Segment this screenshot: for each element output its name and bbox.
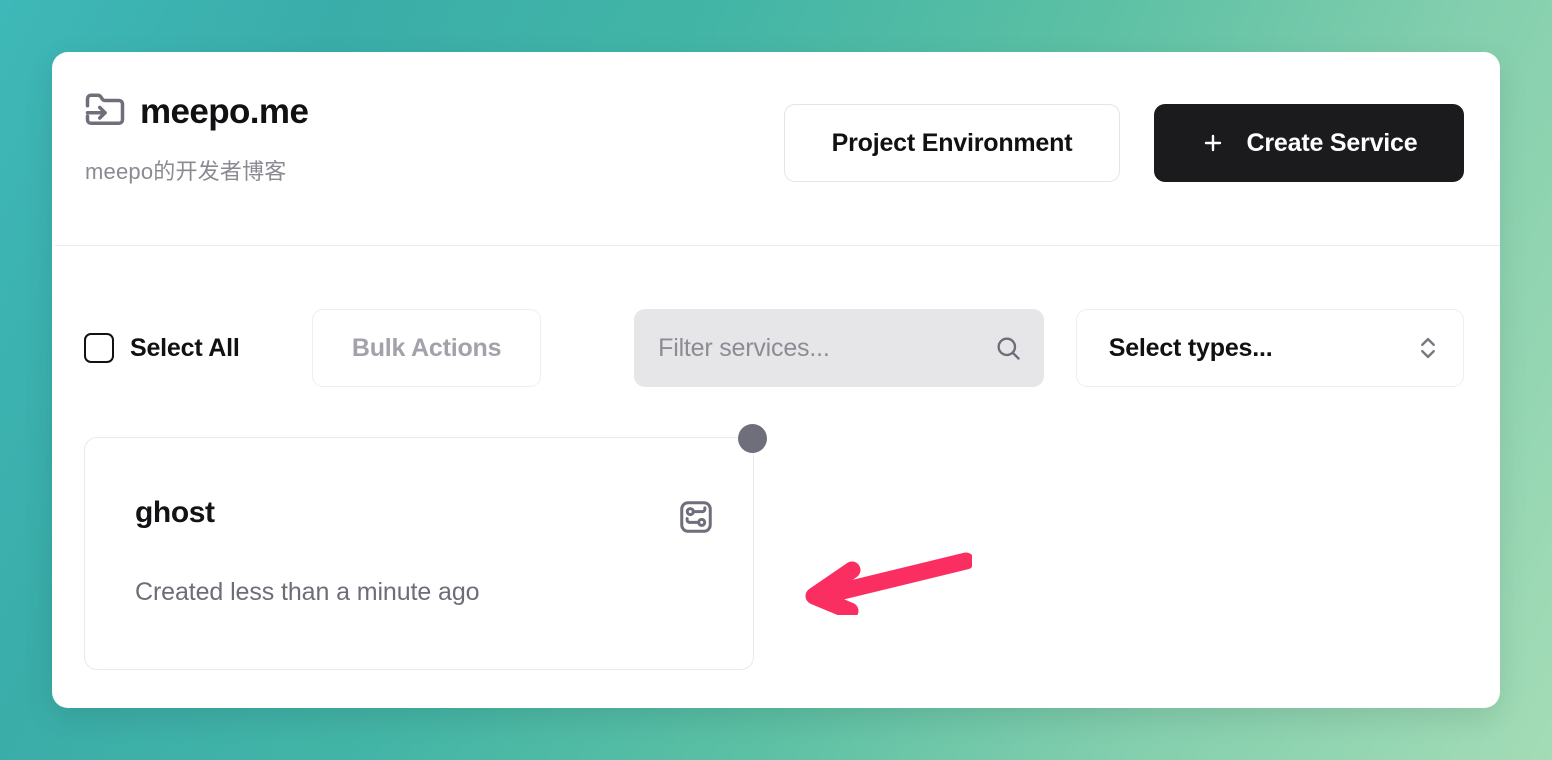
services-toolbar: Select All Bulk Actions Select types... [84, 309, 1464, 387]
select-types-dropdown[interactable]: Select types... [1075, 309, 1464, 387]
service-card-ghost[interactable]: ghost Created less than a minute ago [84, 424, 767, 670]
header-divider [55, 245, 1500, 246]
service-card-header: ghost [85, 438, 753, 536]
filter-services-search[interactable] [634, 309, 1044, 387]
service-status-dot [738, 424, 767, 453]
service-created-meta: Created less than a minute ago [135, 578, 480, 606]
select-all-label: Select All [130, 333, 240, 362]
page-title: meepo.me [140, 91, 309, 131]
create-service-label: Create Service [1246, 128, 1418, 157]
service-name: ghost [135, 496, 215, 529]
plus-icon [1201, 131, 1225, 155]
project-identity: meepo.me meepo的开发者博客 [84, 90, 309, 186]
panel-header: meepo.me meepo的开发者博客 Project Environment… [52, 52, 1500, 245]
select-types-label: Select types... [1108, 333, 1273, 362]
search-input[interactable] [634, 309, 1044, 387]
project-environment-button[interactable]: Project Environment [784, 104, 1120, 182]
select-all-group: Select All [84, 333, 280, 363]
create-service-button[interactable]: Create Service [1154, 104, 1464, 182]
bulk-actions-button[interactable]: Bulk Actions [312, 309, 542, 387]
services-grid: ghost Created less than a minute ago [84, 424, 1464, 670]
project-panel: meepo.me meepo的开发者博客 Project Environment… [52, 52, 1500, 708]
select-all-checkbox[interactable] [84, 333, 114, 363]
project-title-row: meepo.me [84, 90, 309, 132]
header-actions: Project Environment Create Service [784, 104, 1464, 182]
project-subtitle: meepo的开发者博客 [85, 159, 287, 184]
service-network-icon [677, 498, 715, 536]
folder-input-icon [84, 90, 126, 132]
